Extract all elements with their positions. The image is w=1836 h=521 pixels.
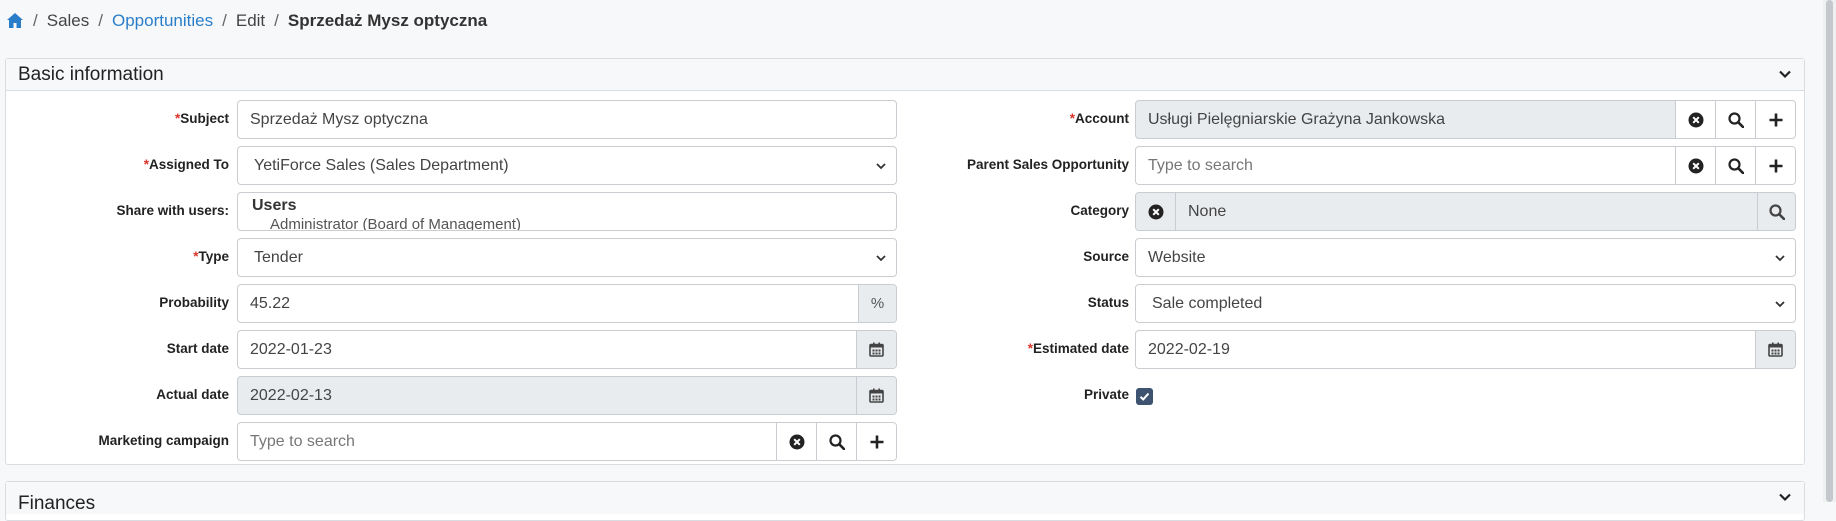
marketing-campaign-label: Marketing campaign bbox=[98, 433, 229, 448]
search-button[interactable] bbox=[1757, 193, 1795, 230]
status-select[interactable]: Sale completed bbox=[1135, 284, 1796, 323]
source-select[interactable]: Website bbox=[1135, 238, 1796, 277]
account-label: *Account bbox=[1069, 111, 1129, 126]
parent-opportunity-input[interactable]: Type to search bbox=[1135, 146, 1796, 185]
breadcrumb-separator: / bbox=[98, 10, 103, 30]
category-label: Category bbox=[1070, 203, 1129, 218]
chevron-down-icon bbox=[1765, 298, 1795, 310]
percent-addon: % bbox=[858, 285, 896, 322]
actual-date-label: Actual date bbox=[156, 387, 229, 402]
breadcrumb-separator: / bbox=[274, 10, 279, 30]
clear-button[interactable] bbox=[1675, 101, 1715, 138]
calendar-icon[interactable] bbox=[1755, 331, 1795, 368]
share-with-users-multiselect[interactable]: Users Administrator (Board of Management… bbox=[237, 192, 897, 231]
add-button[interactable] bbox=[1755, 101, 1795, 138]
assigned-to-select[interactable]: YetiForce Sales (Sales Department) bbox=[237, 146, 897, 185]
account-input[interactable]: Usługi Pielęgniarskie Grażyna Jankowska bbox=[1135, 100, 1796, 139]
category-input[interactable]: None bbox=[1135, 192, 1796, 231]
chevron-down-icon bbox=[866, 160, 896, 172]
estimated-date-label: *Estimated date bbox=[1027, 341, 1129, 356]
start-date-label: Start date bbox=[166, 341, 229, 356]
chevron-down-icon bbox=[1765, 252, 1795, 264]
clear-button[interactable] bbox=[1675, 147, 1715, 184]
finances-panel: Finances bbox=[5, 481, 1805, 521]
breadcrumb-edit: Edit bbox=[235, 10, 266, 30]
marketing-campaign-input[interactable]: Type to search bbox=[237, 422, 897, 461]
panel-title: Basic information bbox=[18, 63, 164, 85]
breadcrumb-separator: / bbox=[222, 10, 227, 30]
actual-date-input[interactable]: 2022-02-13 bbox=[237, 376, 897, 415]
probability-input[interactable]: 45.22 % bbox=[237, 284, 897, 323]
type-select[interactable]: Tender bbox=[237, 238, 897, 277]
breadcrumb-separator: / bbox=[33, 10, 38, 30]
private-label: Private bbox=[1083, 387, 1129, 402]
subject-label: *Subject bbox=[174, 111, 229, 126]
search-button[interactable] bbox=[1715, 101, 1755, 138]
status-label: Status bbox=[1087, 295, 1129, 310]
source-label: Source bbox=[1083, 249, 1129, 264]
chevron-down-icon[interactable] bbox=[1778, 490, 1794, 506]
share-with-users-label: Share with users: bbox=[116, 203, 229, 218]
page-scrollbar[interactable] bbox=[1823, 0, 1836, 502]
chevron-down-icon bbox=[866, 252, 896, 264]
home-icon[interactable] bbox=[6, 12, 24, 30]
breadcrumb-current: Sprzedaż Mysz optyczna bbox=[287, 10, 488, 30]
breadcrumb: / Sales / Opportunities / Edit / Sprzeda… bbox=[0, 0, 1836, 41]
assigned-to-label: *Assigned To bbox=[143, 157, 229, 172]
breadcrumb-opportunities[interactable]: Opportunities bbox=[112, 11, 213, 31]
clear-button[interactable] bbox=[776, 423, 816, 460]
calendar-icon[interactable] bbox=[856, 377, 896, 414]
type-label: *Type bbox=[193, 249, 229, 264]
list-item[interactable]: Administrator (Board of Management) bbox=[252, 215, 521, 230]
private-checkbox[interactable] bbox=[1136, 388, 1153, 405]
estimated-date-input[interactable]: 2022-02-19 bbox=[1135, 330, 1796, 369]
parent-opportunity-label: Parent Sales Opportunity bbox=[966, 157, 1129, 172]
finances-header[interactable]: Finances bbox=[6, 482, 1804, 514]
add-button[interactable] bbox=[1755, 147, 1795, 184]
scrollbar-thumb[interactable] bbox=[1826, 0, 1833, 502]
basic-information-header[interactable]: Basic information bbox=[6, 59, 1804, 91]
search-button[interactable] bbox=[1715, 147, 1755, 184]
chevron-down-icon[interactable] bbox=[1778, 67, 1794, 83]
probability-label: Probability bbox=[159, 295, 229, 310]
panel-title: Finances bbox=[18, 493, 96, 514]
subject-input[interactable]: Sprzedaż Mysz optyczna bbox=[237, 100, 897, 139]
clear-button[interactable] bbox=[1136, 193, 1176, 230]
search-button[interactable] bbox=[816, 423, 856, 460]
start-date-input[interactable]: 2022-01-23 bbox=[237, 330, 897, 369]
optgroup-users: Users bbox=[252, 197, 297, 214]
add-button[interactable] bbox=[856, 423, 896, 460]
breadcrumb-sales: Sales bbox=[46, 10, 90, 30]
calendar-icon[interactable] bbox=[856, 331, 896, 368]
